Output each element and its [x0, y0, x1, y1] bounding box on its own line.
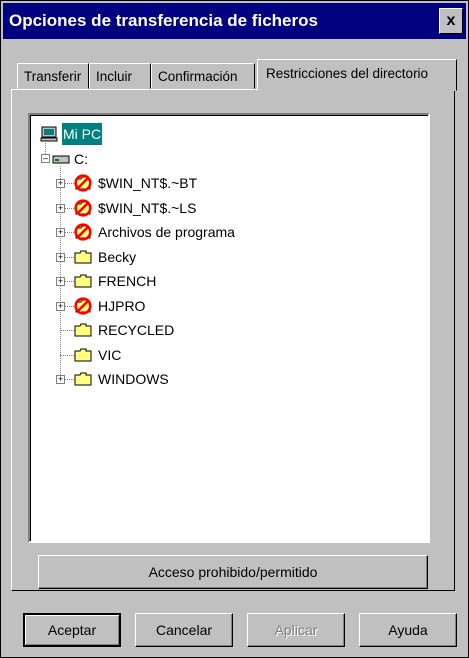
folder-icon: [74, 322, 92, 338]
drive-icon: [52, 151, 70, 167]
tree-line: [45, 141, 47, 154]
tree-node-label: HJPRO: [98, 297, 146, 314]
expand-icon[interactable]: +: [56, 375, 65, 384]
tree-node-label: FRENCH: [98, 273, 157, 289]
title-bar: Opciones de transferencia de ficheros x: [3, 3, 466, 39]
expand-icon[interactable]: +: [56, 203, 65, 213]
forbidden-folder-icon: [74, 198, 92, 217]
forbidden-folder-icon: [74, 296, 92, 315]
tab-restricciones[interactable]: Restricciones del directorio: [257, 59, 457, 91]
tree-node-label: VIC: [98, 346, 122, 363]
tree-node-label: RECYCLED: [98, 322, 175, 338]
dialog-window: Opciones de transferencia de ficheros x …: [0, 0, 469, 658]
tree-node-label: Archivos de programa: [98, 224, 235, 240]
tree-node-label: Mi PC: [62, 123, 103, 145]
close-icon: x: [446, 12, 456, 29]
cancel-button[interactable]: Cancelar: [135, 613, 233, 647]
tree-line: [60, 330, 74, 332]
expand-icon[interactable]: +: [56, 228, 65, 237]
directory-tree[interactable]: Mi PC – C: + $WIN_NT$.~BT + $WIN_NT$.~LS + Archi…: [28, 113, 430, 543]
tree-line: [60, 165, 62, 379]
expand-icon[interactable]: +: [56, 252, 65, 262]
help-button[interactable]: Ayuda: [359, 613, 457, 647]
collapse-icon[interactable]: –: [41, 153, 50, 163]
expand-icon[interactable]: +: [56, 277, 65, 286]
tree-node-label: WINDOWS: [98, 371, 169, 387]
tab-confirmacion[interactable]: Confirmación: [151, 63, 255, 89]
folder-icon: [74, 273, 92, 289]
tree-node-label: Becky: [98, 248, 137, 265]
tree-node-label: $WIN_NT$.~LS: [98, 199, 197, 216]
folder-icon: [74, 371, 92, 387]
tab-transferir[interactable]: Transferir: [17, 63, 89, 89]
computer-icon: [40, 126, 58, 142]
close-button[interactable]: x: [439, 8, 463, 34]
folder-icon: [74, 347, 92, 363]
ok-button[interactable]: Aceptar: [23, 613, 121, 647]
access-toggle-button[interactable]: Acceso prohibido/permitido: [38, 555, 428, 589]
tree-node-label: $WIN_NT$.~BT: [98, 175, 198, 191]
tab-incluir[interactable]: Incluir: [89, 63, 151, 89]
expand-icon[interactable]: +: [56, 301, 65, 311]
expand-icon[interactable]: +: [56, 179, 65, 188]
forbidden-folder-icon: [74, 223, 92, 241]
apply-button[interactable]: Aplicar: [247, 613, 345, 647]
folder-icon: [74, 249, 92, 265]
forbidden-folder-icon: [74, 174, 92, 192]
tree-node-label: C:: [74, 150, 88, 167]
tree-line: [60, 354, 74, 357]
window-title: Opciones de transferencia de ficheros: [9, 11, 318, 30]
